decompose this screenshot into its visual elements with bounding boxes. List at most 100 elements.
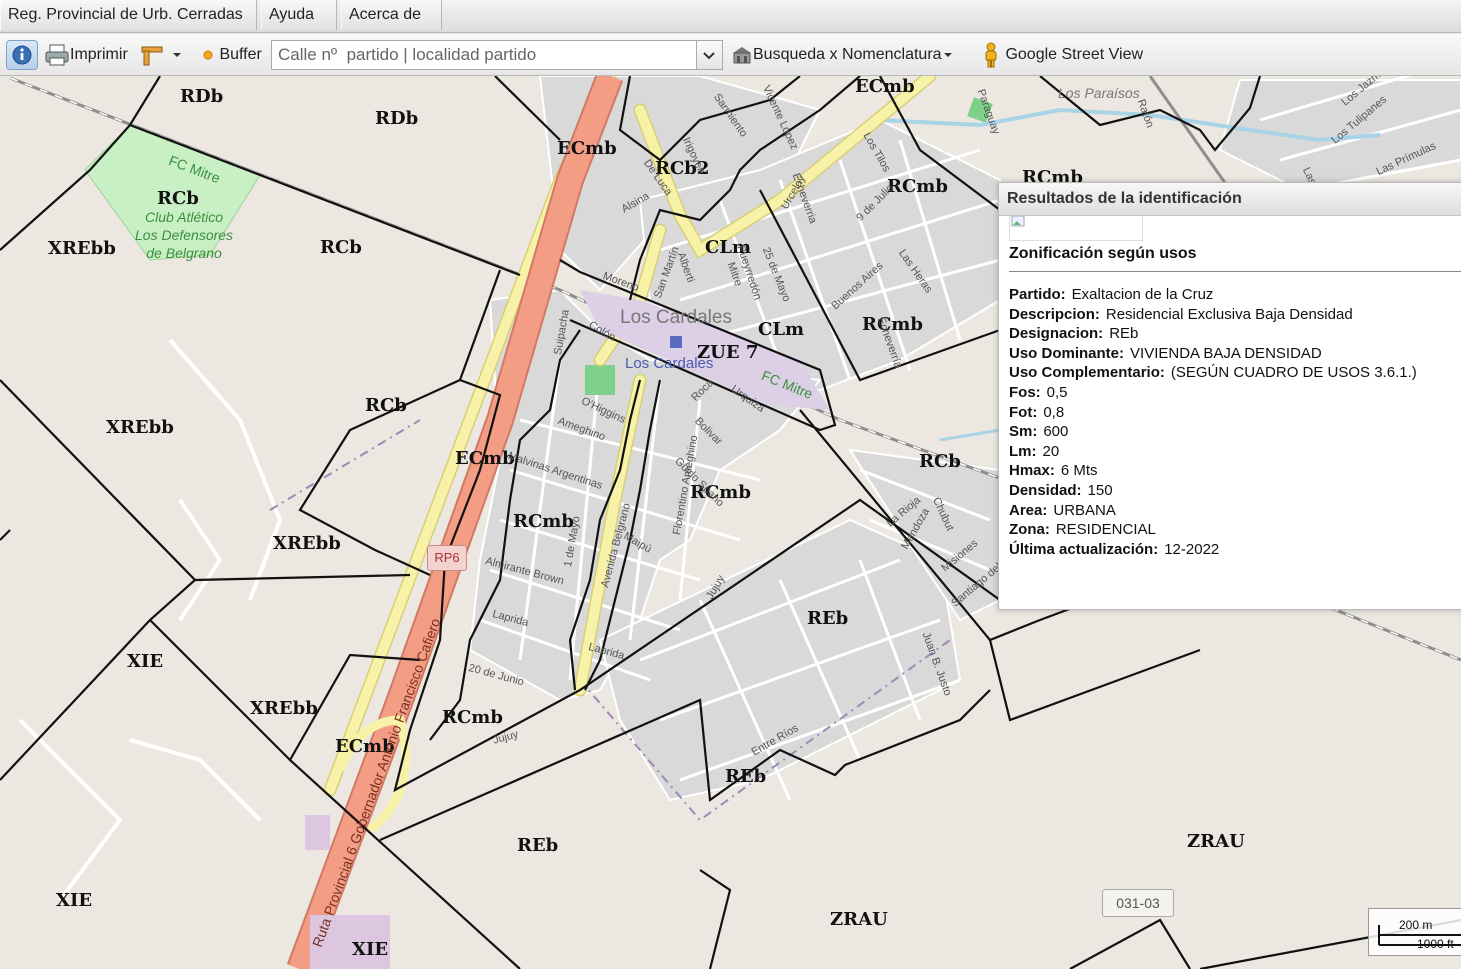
- zone-label: RDb: [375, 108, 419, 129]
- zone-label: RCmb: [887, 176, 948, 197]
- zone-label: XREbb: [273, 533, 341, 554]
- menu-bar: Reg. Provincial de Urb. Cerradas Ayuda A…: [0, 0, 1461, 33]
- zone-label: RCb: [320, 237, 362, 258]
- field-row: Densidad: 150: [1009, 481, 1417, 501]
- zoning-fields: Partido: Exaltacion de la Cruz Descripcion…: [1009, 285, 1417, 559]
- field-value: VIVIENDA BAJA DENSIDAD: [1130, 344, 1322, 362]
- field-row: Lm: 20: [1009, 442, 1417, 462]
- field-row: Fot: 0,8: [1009, 403, 1417, 423]
- field-label: Lm:: [1009, 442, 1037, 460]
- sports-field: [585, 365, 615, 395]
- panel-title: Resultados de la identificación: [999, 183, 1461, 216]
- field-row: Sm: 600: [1009, 422, 1417, 442]
- field-value: 0,8: [1043, 403, 1065, 421]
- street-view-button[interactable]: Google Street View: [981, 40, 1143, 70]
- zone-label: ECmb: [557, 138, 617, 159]
- field-value: 0,5: [1046, 383, 1068, 401]
- field-value: Exaltacion de la Cruz: [1071, 286, 1214, 303]
- search-combobox: [271, 40, 723, 70]
- field-row: Area: URBANA: [1009, 501, 1417, 521]
- scale-bar: 200 m 1000 ft: [1368, 908, 1461, 956]
- field-label: Designacion:: [1009, 325, 1104, 343]
- buffer-label: Buffer: [219, 46, 262, 63]
- field-label: Uso Complementario:: [1009, 364, 1165, 382]
- field-row: Partido: Exaltacion de la Cruz: [1009, 285, 1417, 305]
- field-label: Descripcion:: [1009, 305, 1100, 323]
- info-button[interactable]: [6, 40, 38, 70]
- broken-image-icon: [1009, 215, 1143, 241]
- identification-results-panel: Resultados de la identificación Zonifica…: [998, 182, 1461, 610]
- street-view-label: Google Street View: [1005, 46, 1144, 63]
- field-label: Fos:: [1009, 383, 1041, 401]
- field-label: Partido:: [1009, 286, 1066, 303]
- building-icon: [733, 46, 751, 64]
- zone-label: REb: [517, 835, 559, 856]
- field-row: Hmax: 6 Mts: [1009, 461, 1417, 481]
- print-button[interactable]: Imprimir: [44, 40, 128, 70]
- scale-imperial: 1000 ft: [1417, 937, 1454, 951]
- field-label: Zona:: [1009, 521, 1050, 539]
- field-label: Última actualización:: [1009, 540, 1159, 558]
- menu-tab-reg-urb-cerradas[interactable]: Reg. Provincial de Urb. Cerradas: [0, 0, 257, 30]
- zone-label: ECmb: [855, 76, 915, 97]
- field-value: 20: [1042, 442, 1060, 460]
- chevron-down-icon: [703, 52, 715, 60]
- zone-label: RCb: [157, 188, 199, 209]
- zone-label: REb: [807, 608, 849, 629]
- route-shield-rp6: RP6: [427, 545, 467, 571]
- zone-label: RDb: [180, 86, 224, 107]
- station-marker: [670, 336, 682, 348]
- zone-label: XREbb: [48, 238, 116, 259]
- nomenclatura-label: Busqueda x Nomenclatura: [753, 46, 942, 63]
- search-dropdown-button[interactable]: [696, 41, 722, 69]
- zone-label: XIE: [127, 651, 164, 672]
- panel-subtitle: Zonificación según usos: [1009, 245, 1197, 262]
- field-row: Uso Complementario: (SEGÚN CUADRO DE USOS…: [1009, 363, 1417, 383]
- zone-label: RCmb: [442, 707, 503, 728]
- building-area: [305, 815, 330, 850]
- field-value: RESIDENCIAL: [1055, 521, 1156, 539]
- stream: [939, 428, 1001, 442]
- ruler-icon: [141, 46, 163, 66]
- zone-label: XREbb: [106, 417, 174, 438]
- buffer-button[interactable]: Buffer: [201, 40, 262, 70]
- buffer-dot-icon: [203, 50, 213, 60]
- zone-label: CLm: [758, 319, 805, 340]
- field-value: (SEGÚN CUADRO DE USOS 3.6.1.): [1170, 364, 1417, 382]
- zone-label: RCmb: [862, 314, 923, 335]
- info-icon: [12, 45, 32, 65]
- divider: [1009, 271, 1461, 272]
- field-row: Designacion: REb: [1009, 324, 1417, 344]
- field-row: Fos: 0,5: [1009, 383, 1417, 403]
- field-value: 6 Mts: [1060, 462, 1098, 480]
- field-row: Última actualización: 12-2022: [1009, 540, 1417, 560]
- field-value: 12-2022: [1164, 540, 1220, 558]
- field-value: 150: [1087, 481, 1113, 499]
- menu-tab-acerca-de[interactable]: Acerca de: [341, 0, 442, 30]
- zone-label: ZRAU: [1187, 831, 1245, 852]
- zone-label: ECmb: [455, 448, 515, 469]
- zone-label: XREbb: [250, 698, 318, 719]
- menu-tab-ayuda[interactable]: Ayuda: [261, 0, 337, 30]
- field-row: Zona: RESIDENCIAL: [1009, 520, 1417, 540]
- zone-label: REb: [725, 766, 767, 787]
- zone-label: XIE: [352, 939, 389, 960]
- print-label: Imprimir: [70, 46, 128, 63]
- measure-tool-button[interactable]: [140, 40, 184, 70]
- chevron-down-icon: [173, 52, 182, 57]
- zone-label: ZRAU: [830, 909, 888, 930]
- field-value: Residencial Exclusiva Baja Densidad: [1105, 305, 1353, 323]
- field-label: Densidad:: [1009, 481, 1082, 499]
- field-row: Descripcion: Residencial Exclusiva Baja D…: [1009, 305, 1417, 325]
- toolbar: Imprimir Buffer Busqueda x Nomenclatura …: [0, 34, 1461, 76]
- chevron-down-icon: [943, 52, 952, 57]
- town-label: Los Cardales: [620, 307, 732, 328]
- field-value: 600: [1043, 423, 1069, 441]
- pegman-icon: [985, 42, 997, 68]
- search-input[interactable]: [272, 41, 696, 69]
- field-label: Sm:: [1009, 423, 1038, 441]
- printer-icon: [45, 44, 69, 66]
- zone-label: RCb: [365, 395, 407, 416]
- zone-label: XIE: [56, 890, 93, 911]
- nomenclatura-search-button[interactable]: Busqueda x Nomenclatura: [731, 40, 954, 70]
